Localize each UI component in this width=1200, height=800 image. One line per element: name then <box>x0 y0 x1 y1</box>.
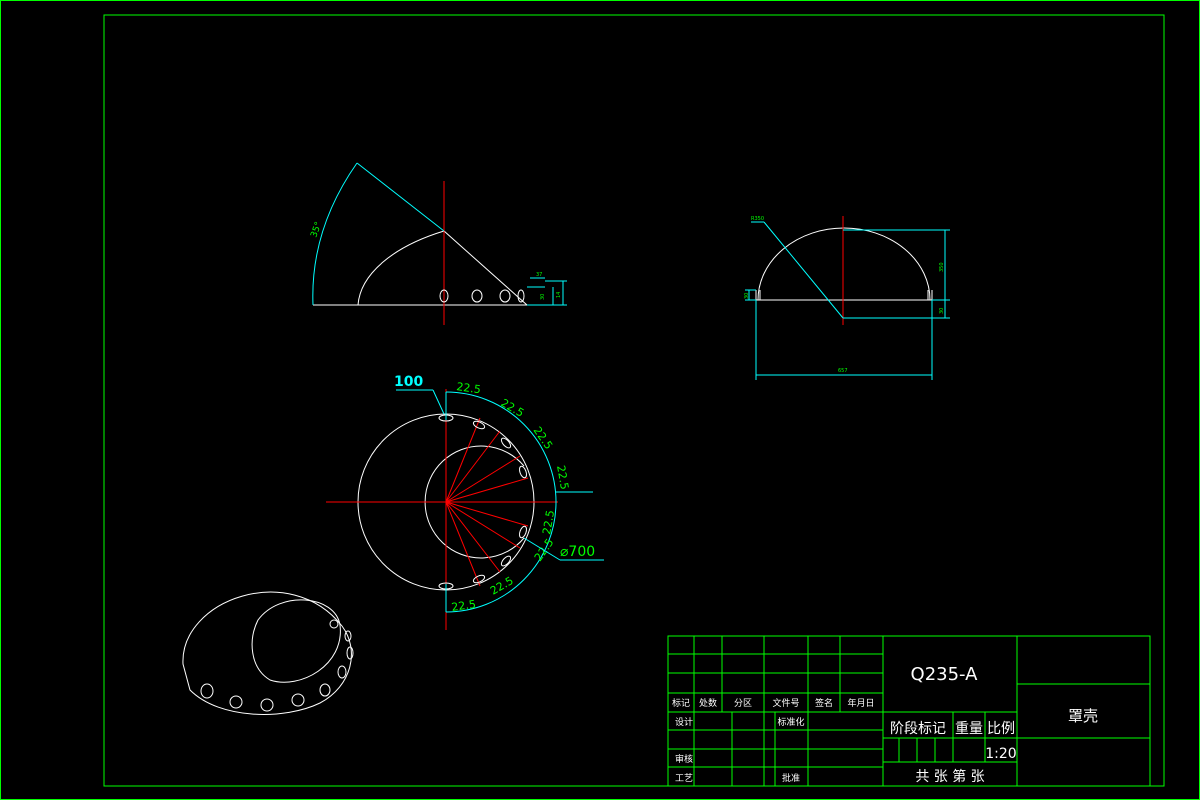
drawing-sheet: 35° 37 30 14 R350 350 30 30 657 22.5 22.… <box>0 0 1200 800</box>
dome-outline <box>757 227 931 301</box>
inner-border <box>103 14 1165 787</box>
width-dim: 657 <box>838 368 848 374</box>
angle-step-label: 22.5 <box>554 464 571 490</box>
scale-label: 比例 <box>987 721 1015 737</box>
angle-label: 35° <box>309 221 324 239</box>
hole <box>472 420 486 430</box>
front-view: R350 350 30 30 657 <box>744 216 950 380</box>
left-dim: 30 <box>744 293 750 299</box>
diameter-label: ⌀700 <box>560 544 595 560</box>
scale-value: 1:20 <box>985 746 1016 762</box>
standardization-label: 标准化 <box>777 716 804 728</box>
side-hole <box>499 289 511 303</box>
iso-hole <box>346 646 354 660</box>
iso-hole <box>319 683 331 697</box>
angle-step-label: 22.5 <box>531 424 556 452</box>
opening-outline <box>251 599 341 683</box>
angle-extension <box>356 162 445 232</box>
side-view: 35° 37 30 14 <box>309 162 567 325</box>
angle-step-label: 22.5 <box>451 598 477 614</box>
design-label: 设计 <box>675 716 693 728</box>
iso-hole <box>329 619 339 629</box>
hole-spacing-label: 100 <box>394 374 423 390</box>
iso-hole <box>291 693 305 707</box>
header-cell: 分区 <box>734 698 752 709</box>
height-dim: 30 <box>939 308 945 314</box>
isometric-view <box>182 591 354 715</box>
angle-step-label: 22.5 <box>488 574 516 598</box>
iso-hole <box>200 683 214 699</box>
weight-label: 重量 <box>955 721 983 737</box>
small-dim: 30 <box>540 294 546 300</box>
process-label: 工艺 <box>675 773 693 784</box>
hole <box>472 574 486 584</box>
small-dim: 14 <box>556 292 562 298</box>
approve-label: 批准 <box>782 772 800 784</box>
part-name: 罩壳 <box>1068 707 1098 725</box>
iso-hole <box>260 698 274 712</box>
small-dim: 37 <box>536 272 542 278</box>
angle-step-label: 22.5 <box>499 396 527 420</box>
header-cell: 年月日 <box>847 697 874 709</box>
cut-line <box>443 230 528 306</box>
radius-label: R350 <box>751 216 764 222</box>
material-label: Q235-A <box>911 664 979 685</box>
dome-outline <box>357 230 445 306</box>
plan-view: 22.5 22.5 22.5 22.5 22.5 22.5 22.5 22.5 … <box>326 374 604 630</box>
review-label: 审核 <box>675 753 693 765</box>
header-cell: 标记 <box>672 697 690 709</box>
header-cell: 处数 <box>699 697 717 709</box>
angle-step-label: 22.5 <box>456 380 482 396</box>
angle-step-label: 22.5 <box>540 509 557 535</box>
sheet-count-label: 共 张 第 张 <box>915 768 984 785</box>
header-cell: 文件号 <box>772 697 799 709</box>
outer-border <box>0 0 1200 800</box>
iso-hole <box>229 695 243 709</box>
iso-hole <box>337 665 347 679</box>
hole <box>500 555 512 567</box>
side-hole <box>471 289 483 303</box>
stage-mark-label: 阶段标记 <box>890 721 946 737</box>
header-cell: 签名 <box>815 697 833 709</box>
hole <box>500 437 512 449</box>
height-dim: 350 <box>939 262 945 272</box>
